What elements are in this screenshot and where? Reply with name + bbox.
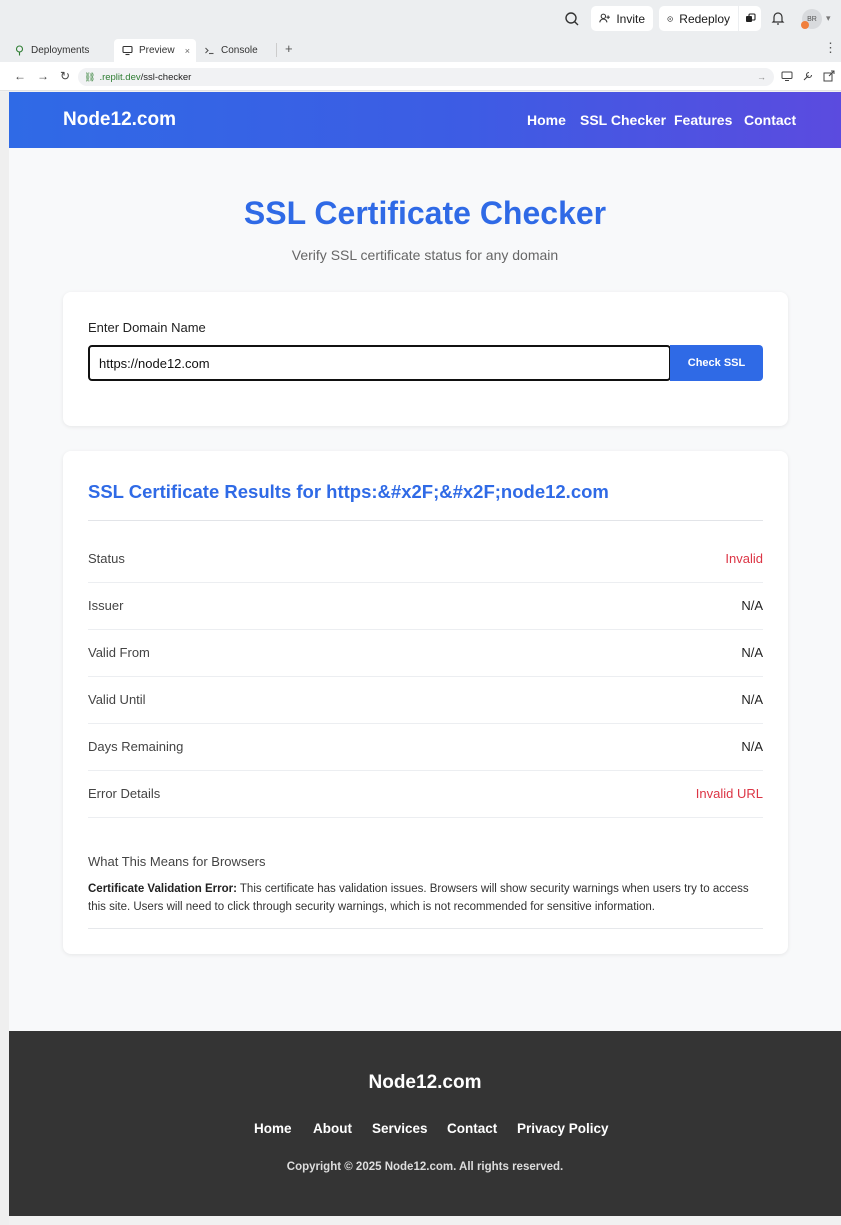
go-icon[interactable]: →: [757, 72, 766, 82]
deploy-icon: [667, 15, 673, 22]
tab-label: Console: [221, 45, 258, 56]
result-key: Issuer: [88, 598, 124, 613]
close-icon[interactable]: ×: [185, 46, 190, 56]
search-icon[interactable]: [563, 10, 581, 28]
result-key: Days Remaining: [88, 739, 184, 754]
url-path: /ssl-checker: [140, 71, 192, 83]
page-subtitle: Verify SSL certificate status for any do…: [291, 247, 559, 263]
site-footer: Node12.com Home About Services Contact P…: [9, 1031, 841, 1216]
results-title: SSL Certificate Results for https:&#x2F;…: [88, 481, 609, 502]
external-link-icon[interactable]: [823, 70, 835, 82]
status-dot: [801, 21, 809, 29]
check-ssl-button[interactable]: Check SSL: [670, 345, 763, 381]
footer-link-home[interactable]: Home: [254, 1121, 292, 1136]
result-row-days-remaining: Days Remaining N/A: [88, 724, 763, 771]
result-row-issuer: Issuer N/A: [88, 583, 763, 630]
result-value: N/A: [741, 645, 763, 660]
site-header: Node12.com Home SSL Checker Features Con…: [9, 92, 841, 148]
redeploy-button[interactable]: Redeploy: [659, 6, 738, 31]
terminal-icon: [205, 47, 214, 55]
result-value: Invalid URL: [695, 786, 763, 801]
bell-icon[interactable]: [770, 10, 786, 26]
browsers-divider: [88, 928, 763, 929]
results-card: SSL Certificate Results for https:&#x2F;…: [63, 451, 788, 954]
wrench-icon[interactable]: [802, 70, 814, 82]
workspace-topbar: Invite Redeploy BR ▾: [0, 0, 841, 37]
monitor-icon: [122, 45, 133, 56]
add-user-icon: [599, 13, 610, 23]
page-title: SSL Certificate Checker: [243, 195, 607, 231]
tab-label: Preview: [139, 45, 175, 56]
deployment-options-button[interactable]: [739, 6, 761, 31]
footer-link-about[interactable]: About: [313, 1121, 352, 1136]
result-key: Error Details: [88, 786, 161, 801]
link-icon: ⛓: [84, 71, 96, 82]
footer-link-contact[interactable]: Contact: [447, 1121, 497, 1136]
result-key: Valid From: [88, 645, 150, 660]
back-icon[interactable]: ←: [14, 69, 26, 83]
nav-link-contact[interactable]: Contact: [744, 112, 796, 128]
result-value: N/A: [741, 598, 763, 613]
layers-icon: [745, 13, 756, 22]
browsers-heading: What This Means for Browsers: [88, 854, 266, 869]
result-key: Status: [88, 551, 125, 566]
footer-logo: Node12.com: [368, 1072, 482, 1093]
url-host: .replit.dev: [99, 71, 141, 83]
tab-label: Deployments: [31, 45, 90, 56]
result-value: N/A: [741, 692, 763, 707]
chevron-down-icon[interactable]: ▾: [826, 13, 831, 24]
footer-link-privacy-policy[interactable]: Privacy Policy: [517, 1121, 609, 1136]
reload-icon[interactable]: ↻: [60, 69, 70, 83]
domain-input[interactable]: [88, 345, 671, 381]
site-logo[interactable]: Node12.com: [63, 109, 176, 131]
result-row-status: Status Invalid: [88, 536, 763, 583]
invite-button[interactable]: Invite: [591, 6, 653, 31]
browsers-strong: Certificate Validation Error:: [88, 883, 237, 895]
result-value: Invalid: [725, 551, 763, 566]
domain-form-card: Enter Domain Name Check SSL: [63, 292, 788, 426]
footer-copyright: Copyright © 2025 Node12.com. All rights …: [286, 1161, 564, 1173]
result-row-valid-until: Valid Until N/A: [88, 677, 763, 724]
address-bar: ← → ↻ ⛓ .replit.dev/ssl-checker →: [0, 62, 841, 91]
results-divider: [88, 520, 763, 521]
nav-link-features[interactable]: Features: [674, 112, 732, 128]
tab-divider: [276, 43, 277, 57]
tab-deployments[interactable]: Deployments: [6, 39, 112, 62]
browsers-explanation: Certificate Validation Error: This certi…: [88, 880, 763, 916]
forward-icon[interactable]: →: [37, 69, 49, 83]
add-tab-icon[interactable]: +: [285, 41, 293, 56]
tab-console[interactable]: Console: [196, 39, 276, 62]
pane-tabs: Deployments Preview × Console: [0, 37, 841, 62]
result-row-error-details: Error Details Invalid URL: [88, 771, 763, 818]
result-value: N/A: [741, 739, 763, 754]
nav-link-home[interactable]: Home: [527, 112, 566, 128]
tab-preview[interactable]: Preview ×: [114, 39, 196, 62]
more-options-icon[interactable]: ⋮: [824, 40, 837, 56]
preview-page: Node12.com Home SSL Checker Features Con…: [9, 92, 841, 1216]
nav-link-ssl-checker[interactable]: SSL Checker: [580, 112, 666, 128]
deployments-icon: [15, 45, 24, 56]
invite-label: Invite: [616, 11, 645, 26]
result-row-valid-from: Valid From N/A: [88, 630, 763, 677]
url-field[interactable]: ⛓ .replit.dev/ssl-checker →: [78, 68, 774, 86]
redeploy-label: Redeploy: [679, 11, 730, 26]
domain-field-label: Enter Domain Name: [88, 320, 206, 335]
result-key: Valid Until: [88, 692, 146, 707]
devices-icon[interactable]: [781, 70, 793, 82]
footer-link-services[interactable]: Services: [372, 1121, 428, 1136]
pane-edge: [0, 92, 9, 1225]
